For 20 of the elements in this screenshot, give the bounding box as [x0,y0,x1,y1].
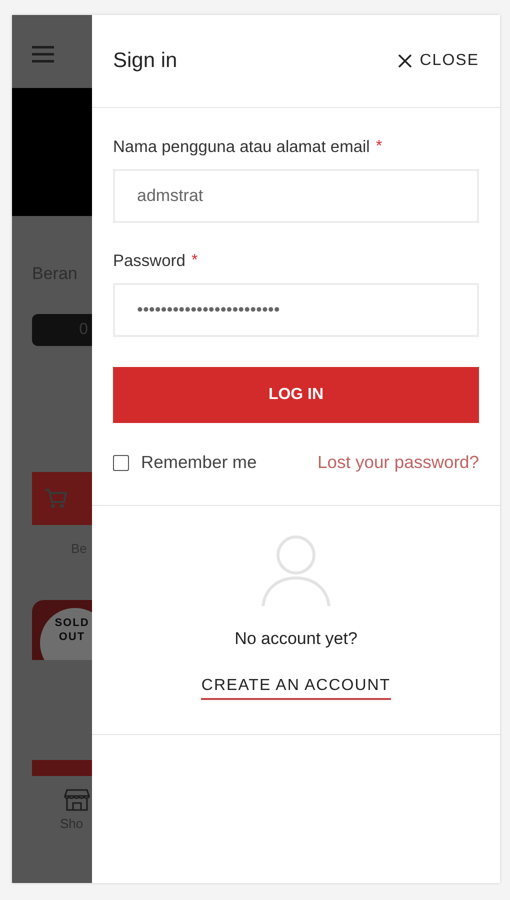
no-account-text: No account yet? [234,629,358,649]
checkbox[interactable] [113,454,129,470]
required-mark: * [191,252,198,270]
login-button[interactable]: LOG IN [113,367,479,423]
remember-label: Remember me [141,452,257,473]
lost-password-link[interactable]: Lost your password? [318,452,479,473]
create-account-link[interactable]: CREATE AN ACCOUNT [201,677,391,700]
shop-icon[interactable] [64,788,90,812]
user-icon [259,533,333,607]
field-label: Nama pengguna atau alamat email [113,138,370,157]
drawer-title: Sign in [113,49,178,73]
menu-icon[interactable] [32,45,54,63]
product-bar [32,760,92,776]
cart-icon [44,488,68,510]
required-mark: * [376,138,382,156]
close-button[interactable]: CLOSE [398,52,479,70]
close-icon [398,54,412,68]
input-field[interactable]: admstrat [113,169,479,223]
field-label: Password [113,252,186,271]
input-field[interactable]: •••••••••••••••••••••••• [113,283,479,337]
